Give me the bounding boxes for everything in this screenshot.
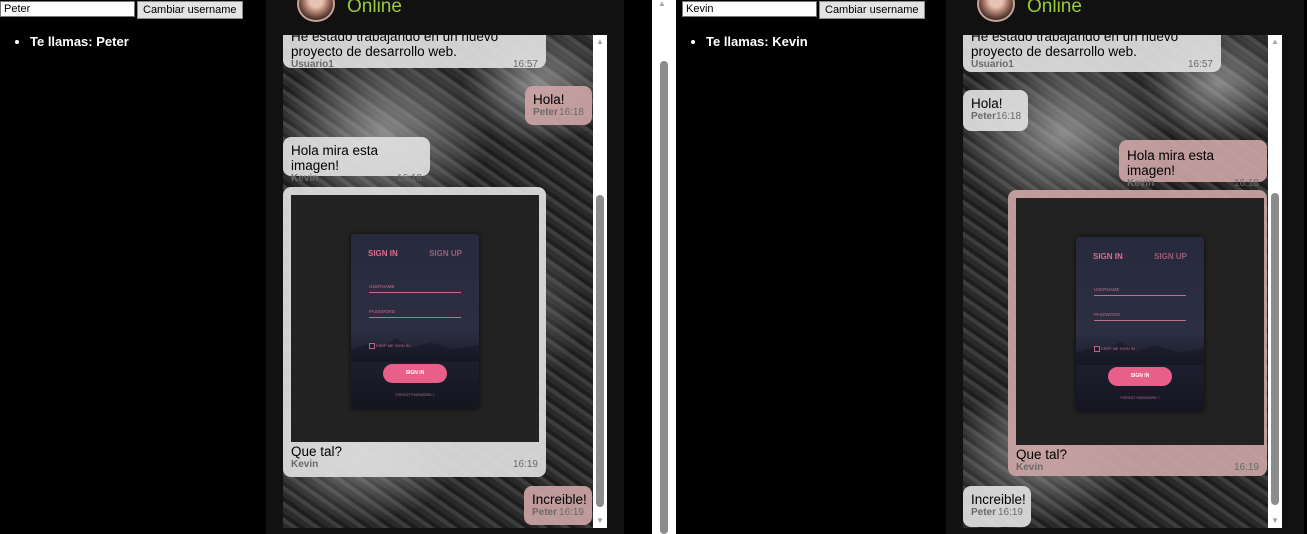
message-user: Kevin xyxy=(291,173,319,184)
message-user: Kevin xyxy=(1016,462,1044,473)
avatar xyxy=(297,0,335,22)
chat-scrollbar[interactable]: ▲ ▼ xyxy=(593,35,607,528)
scroll-down-arrow-icon[interactable]: ▼ xyxy=(593,514,607,528)
message-bubble: He estado trabajando en un nuevo proyect… xyxy=(963,35,1221,72)
image-forgot-link: FORGOT PASSWORD ? xyxy=(1120,396,1160,400)
page-scrollbar[interactable]: ▲ xyxy=(652,0,676,534)
message-image[interactable]: SIGN IN SIGN UP USERNAME PASSWORD KEEP ME… xyxy=(1016,198,1264,445)
peter-window: Cambiar username Te llamas: Peter Online… xyxy=(0,0,652,534)
user-list-item: Te llamas: Peter xyxy=(30,34,129,49)
message-user: Peter xyxy=(971,111,997,122)
scrollbar-thumb[interactable] xyxy=(596,195,604,507)
message-text: He estado trabajando en un nuevo proyect… xyxy=(291,35,499,59)
message-text: Hola! xyxy=(533,92,565,107)
status-text: Online xyxy=(347,0,402,17)
image-sign-in-button: SIGN IN xyxy=(1108,367,1172,386)
login-card-image: SIGN IN SIGN UP USERNAME PASSWORD KEEP ME… xyxy=(1076,237,1204,412)
username-input[interactable] xyxy=(0,1,135,17)
message-user: Kevin xyxy=(291,459,319,470)
image-keep-label: KEEP ME SIGN IN xyxy=(376,343,410,348)
message-text: Hola mira esta imagen! xyxy=(1127,148,1215,178)
message-time: 16:19 xyxy=(558,507,584,518)
message-bubble: Increible! Peter 16:19 xyxy=(963,486,1031,527)
message-text: Hola! xyxy=(971,96,1003,111)
image-checkbox xyxy=(369,343,375,349)
message-text: Hola mira esta imagen! xyxy=(291,143,379,173)
message-user: Kevin xyxy=(1127,178,1155,189)
scroll-up-arrow-icon[interactable]: ▲ xyxy=(1268,35,1282,49)
image-message-bubble: SIGN IN SIGN UP USERNAME PASSWORD KEEP ME… xyxy=(283,187,546,477)
message-time: 16:18 xyxy=(996,111,1022,122)
scroll-up-arrow-icon[interactable]: ▲ xyxy=(658,0,666,8)
chat-scrollbar[interactable]: ▲ ▼ xyxy=(1268,35,1282,528)
message-image[interactable]: SIGN IN SIGN UP USERNAME PASSWORD KEEP ME… xyxy=(291,195,539,442)
message-bubble: Increible! Peter 16:19 xyxy=(524,486,592,525)
message-time: 16:57 xyxy=(512,59,538,70)
username-form: Cambiar username xyxy=(682,1,925,19)
scroll-down-arrow-icon[interactable]: ▼ xyxy=(1268,514,1282,528)
message-bubble: Hola mira esta imagen! Kevin 16:18 xyxy=(283,137,430,184)
message-time: 16:19 xyxy=(997,507,1023,518)
message-user: Peter xyxy=(971,507,997,518)
message-bubble: He estado trabajando en un nuevo proyect… xyxy=(283,35,546,70)
message-time: 16:18 xyxy=(558,107,584,118)
image-username-line xyxy=(369,292,461,293)
image-checkbox xyxy=(1094,346,1100,352)
image-sign-in-button: SIGN IN xyxy=(383,364,447,383)
message-bubble: Hola! Peter 16:18 xyxy=(963,90,1028,131)
image-sign-in-tab: SIGN IN xyxy=(1093,252,1123,261)
user-list-item: Te llamas: Kevin xyxy=(706,34,808,49)
message-user: Peter xyxy=(533,107,559,118)
change-username-button[interactable]: Cambiar username xyxy=(819,1,925,19)
message-text: Increible! xyxy=(971,492,1026,507)
login-card-image: SIGN IN SIGN UP USERNAME PASSWORD KEEP ME… xyxy=(351,234,479,409)
username-input[interactable] xyxy=(682,1,817,17)
change-username-button[interactable]: Cambiar username xyxy=(137,1,243,19)
image-sign-in-tab: SIGN IN xyxy=(368,249,398,258)
message-user: Usuario1 xyxy=(971,59,1014,70)
user-list: Te llamas: Kevin xyxy=(676,34,808,49)
message-list[interactable]: He estado trabajando en un nuevo proyect… xyxy=(283,35,593,528)
image-sign-up-tab: SIGN UP xyxy=(429,249,462,258)
image-password-line xyxy=(369,317,461,318)
image-username-label: USERNAME xyxy=(369,284,395,289)
image-keep-label: KEEP ME SIGN IN xyxy=(1101,346,1135,351)
image-message-bubble: SIGN IN SIGN UP USERNAME PASSWORD KEEP ME… xyxy=(1008,190,1267,476)
avatar xyxy=(977,0,1015,22)
kevin-window: Cambiar username Te llamas: Kevin Online… xyxy=(676,0,1307,534)
message-bubble: Hola! Peter 16:18 xyxy=(525,86,592,125)
image-username-line xyxy=(1094,295,1186,296)
image-password-line xyxy=(1094,320,1186,321)
chat-panel: Online He estado trabajando en un nuevo … xyxy=(946,0,1304,534)
message-text: He estado trabajando en un nuevo proyect… xyxy=(971,35,1179,59)
message-time: 16:19 xyxy=(512,459,538,470)
message-text: Increible! xyxy=(532,492,587,507)
message-user: Peter xyxy=(532,507,558,518)
scrollbar-thumb[interactable] xyxy=(660,61,668,534)
image-username-label: USERNAME xyxy=(1094,287,1120,292)
username-form: Cambiar username xyxy=(0,1,243,19)
message-text: Que tal? xyxy=(1016,447,1068,462)
image-forgot-link: FORGOT PASSWORD ? xyxy=(395,393,435,397)
message-time: 16:57 xyxy=(1187,59,1213,70)
status-text: Online xyxy=(1027,0,1082,17)
image-password-label: PASSWORD xyxy=(369,309,395,314)
image-sign-up-tab: SIGN UP xyxy=(1154,252,1187,261)
message-user: Usuario1 xyxy=(291,59,334,70)
chat-panel: Online He estado trabajando en un nuevo … xyxy=(266,0,624,534)
message-text: Que tal? xyxy=(291,444,343,459)
scrollbar-thumb[interactable] xyxy=(1271,193,1279,505)
message-bubble: Hola mira esta imagen! Kevin 16:18 xyxy=(1119,140,1267,189)
image-password-label: PASSWORD xyxy=(1094,312,1120,317)
message-time: 16:18 xyxy=(396,173,422,184)
user-list: Te llamas: Peter xyxy=(0,34,129,49)
message-time: 16:19 xyxy=(1233,462,1259,473)
message-time: 16:18 xyxy=(1233,178,1259,189)
scroll-up-arrow-icon[interactable]: ▲ xyxy=(593,35,607,49)
message-list[interactable]: He estado trabajando en un nuevo proyect… xyxy=(963,35,1273,528)
